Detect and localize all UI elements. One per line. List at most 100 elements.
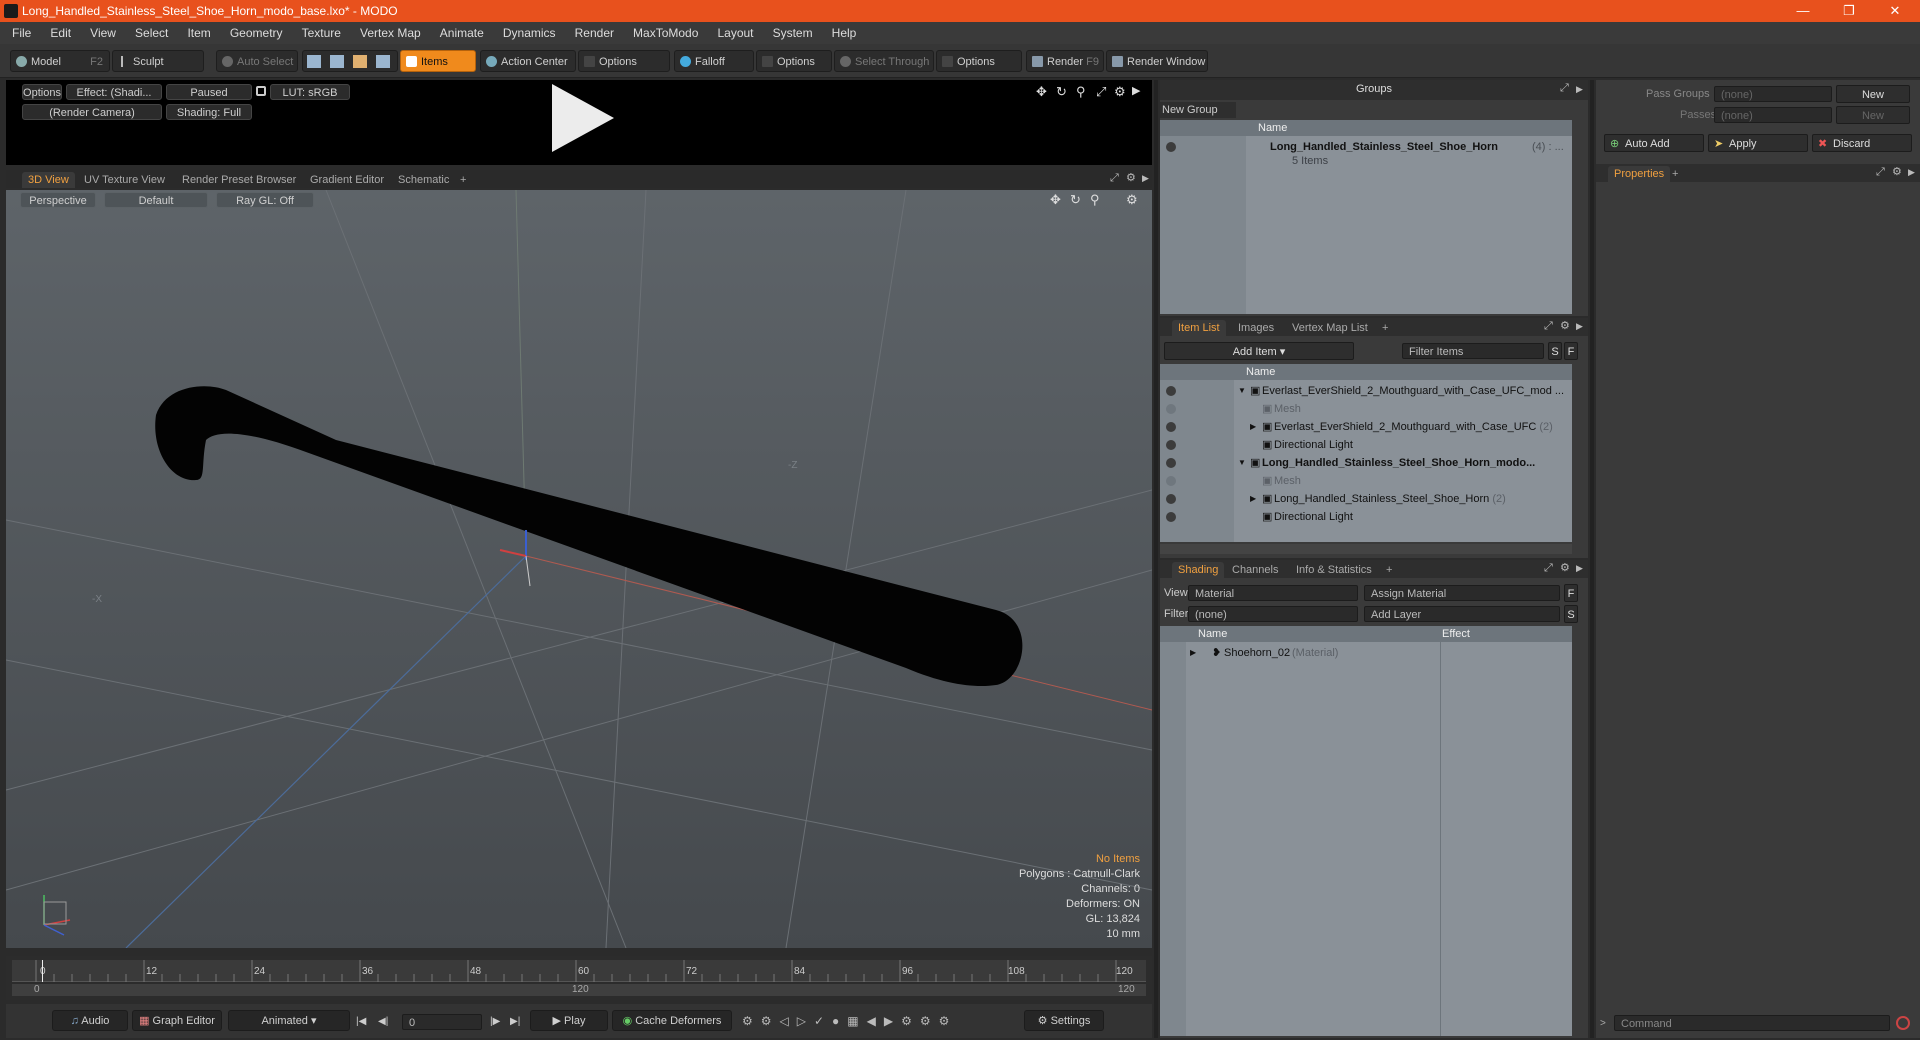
- expand-icon[interactable]: ▼: [1238, 454, 1246, 472]
- gear-icon[interactable]: ⚙: [1114, 84, 1126, 100]
- menu-maxtomodo[interactable]: MaxToModo: [625, 22, 706, 44]
- tab-3d-view[interactable]: 3D View: [22, 172, 75, 188]
- perspective-dropdown[interactable]: Perspective: [20, 192, 96, 208]
- menu-geometry[interactable]: Geometry: [222, 22, 291, 44]
- tab-gradient-editor[interactable]: Gradient Editor: [304, 172, 390, 188]
- tab-channels[interactable]: Channels: [1226, 562, 1284, 578]
- expand-icon[interactable]: ▶: [1250, 490, 1256, 508]
- lut-dropdown[interactable]: LUT: sRGB: [270, 84, 350, 100]
- menu-dynamics[interactable]: Dynamics: [495, 22, 564, 44]
- f-toggle[interactable]: F: [1564, 584, 1578, 602]
- step-back-icon[interactable]: ◀|: [378, 1016, 388, 1027]
- item-list-row[interactable]: ▣ Directional Light: [1160, 436, 1572, 454]
- maximize-icon[interactable]: ⤢: [1096, 84, 1106, 100]
- timeline[interactable]: 0 12 24 36 48 60 72 84 96 108 120 0 120 …: [6, 956, 1152, 1000]
- action-center-button[interactable]: Action Center: [480, 50, 576, 72]
- camera-dropdown[interactable]: (Render Camera): [22, 104, 162, 120]
- item-list-row[interactable]: ▼ ▣ Everlast_EverShield_2_Mouthguard_with_…: [1160, 382, 1572, 400]
- tab-uv-texture-view[interactable]: UV Texture View: [78, 172, 171, 188]
- add-item-button[interactable]: Add Item ▾: [1164, 342, 1354, 360]
- 3d-viewport[interactable]: Perspective Default Ray GL: Off ✥ ↻ ⚲ ⚙ …: [6, 190, 1152, 948]
- menu-select[interactable]: Select: [127, 22, 176, 44]
- tab-info-statistics[interactable]: Info & Statistics: [1290, 562, 1378, 578]
- rotate-icon[interactable]: ↻: [1056, 84, 1067, 100]
- command-input[interactable]: Command: [1614, 1015, 1890, 1031]
- gear-icon[interactable]: ⚙: [1560, 561, 1570, 574]
- stop-icon[interactable]: [1896, 1016, 1910, 1030]
- chevron-right-icon[interactable]: ▶: [1576, 563, 1583, 574]
- item-list-row[interactable]: ▼ ▣ Long_Handled_Stainless_Steel_Shoe_Horn…: [1160, 454, 1572, 472]
- close-icon[interactable]: ✕: [1872, 0, 1918, 22]
- go-to-end-icon[interactable]: ▶|: [510, 1016, 520, 1027]
- tab-render-preset-browser[interactable]: Render Preset Browser: [176, 172, 302, 188]
- item-list-row[interactable]: ▶ ▣ Everlast_EverShield_2_Mouthguard_with_…: [1160, 418, 1572, 436]
- chevron-right-icon[interactable]: ▶: [1576, 321, 1583, 332]
- auto-select-button[interactable]: Auto Select: [216, 50, 298, 72]
- chevron-right-icon[interactable]: ▶: [1576, 84, 1583, 95]
- gear-icon[interactable]: ⚙: [1126, 171, 1136, 184]
- edges-icon[interactable]: [330, 55, 344, 68]
- play-icon[interactable]: [552, 84, 614, 152]
- maximize-icon[interactable]: ⤢: [1560, 82, 1569, 95]
- cache-deformers-button[interactable]: ◉ Cache Deformers: [612, 1010, 732, 1031]
- eye-icon[interactable]: [1166, 476, 1176, 486]
- menu-render[interactable]: Render: [567, 22, 622, 44]
- eye-icon[interactable]: [1166, 494, 1176, 504]
- menu-view[interactable]: View: [82, 22, 124, 44]
- item-list-row[interactable]: ▣ Mesh: [1160, 472, 1572, 490]
- style-dropdown[interactable]: Default: [104, 192, 208, 208]
- chevron-right-icon[interactable]: ▶: [1132, 84, 1140, 97]
- add-tab-button[interactable]: +: [1380, 562, 1398, 578]
- go-to-start-icon[interactable]: |◀: [356, 1016, 366, 1027]
- gear-icon[interactable]: ⚙: [1892, 165, 1902, 178]
- eye-icon[interactable]: [1166, 440, 1176, 450]
- render-button[interactable]: Render F9: [1026, 50, 1104, 72]
- materials-icon[interactable]: [376, 55, 390, 68]
- falloff-button[interactable]: Falloff: [674, 50, 754, 72]
- tab-properties[interactable]: Properties: [1608, 166, 1671, 182]
- pan-icon[interactable]: ✥: [1036, 84, 1047, 100]
- vertices-icon[interactable]: [307, 55, 321, 68]
- filter-dropdown[interactable]: (none): [1188, 606, 1358, 622]
- apply-button[interactable]: ➤ Apply: [1708, 134, 1808, 152]
- new-group-button[interactable]: New Group: [1160, 102, 1236, 118]
- shading-dropdown[interactable]: Shading: Full: [166, 104, 252, 120]
- item-list-row[interactable]: ▶ ▣ Long_Handled_Stainless_Steel_Shoe_Horn…: [1160, 490, 1572, 508]
- tab-item-list[interactable]: Item List: [1172, 320, 1226, 336]
- timeline-ruler[interactable]: 0 12 24 36 48 60 72 84 96 108 120: [12, 960, 1146, 982]
- discard-button[interactable]: ✖ Discard: [1812, 134, 1912, 152]
- tab-vertex-map-list[interactable]: Vertex Map List: [1286, 320, 1374, 336]
- animated-dropdown[interactable]: Animated ▾: [228, 1010, 350, 1031]
- item-list-row[interactable]: ▣ Mesh: [1160, 400, 1572, 418]
- item-list-row[interactable]: ▣ Directional Light: [1160, 508, 1572, 526]
- preview-options-button[interactable]: Options: [22, 84, 62, 100]
- maximize-icon[interactable]: ⤢: [1110, 172, 1119, 185]
- add-tab-button[interactable]: +: [1376, 320, 1394, 336]
- range-bar[interactable]: 0 120 120: [12, 984, 1146, 996]
- gear-icon[interactable]: ⚙: [1560, 319, 1570, 332]
- menu-texture[interactable]: Texture: [294, 22, 349, 44]
- menu-vertex-map[interactable]: Vertex Map: [352, 22, 429, 44]
- polygons-icon[interactable]: [353, 55, 367, 68]
- auto-add-button[interactable]: ⊕ Auto Add: [1604, 134, 1704, 152]
- eye-icon[interactable]: [1166, 386, 1176, 396]
- chevron-right-icon[interactable]: ▶: [1142, 173, 1149, 184]
- expand-icon[interactable]: ▶: [1250, 418, 1256, 436]
- shoe-horn-model[interactable]: [155, 386, 1023, 687]
- playhead[interactable]: [42, 960, 43, 982]
- expand-icon[interactable]: ▶: [1190, 644, 1196, 662]
- restore-icon[interactable]: ❐: [1826, 0, 1872, 22]
- pan-icon[interactable]: ✥: [1050, 192, 1061, 208]
- view-dropdown[interactable]: Material: [1188, 585, 1358, 601]
- add-tab-button[interactable]: +: [1666, 166, 1684, 182]
- eye-icon[interactable]: [1166, 404, 1176, 414]
- step-forward-icon[interactable]: |▶: [490, 1016, 500, 1027]
- lock-icon[interactable]: [256, 86, 266, 96]
- action-center-options-button[interactable]: Options: [578, 50, 670, 72]
- column-divider[interactable]: [1154, 80, 1158, 1038]
- f-toggle[interactable]: F: [1564, 342, 1578, 360]
- menu-file[interactable]: File: [0, 22, 39, 44]
- rotate-icon[interactable]: ↻: [1070, 192, 1081, 208]
- paused-button[interactable]: Paused: [166, 84, 252, 100]
- menu-system[interactable]: System: [765, 22, 821, 44]
